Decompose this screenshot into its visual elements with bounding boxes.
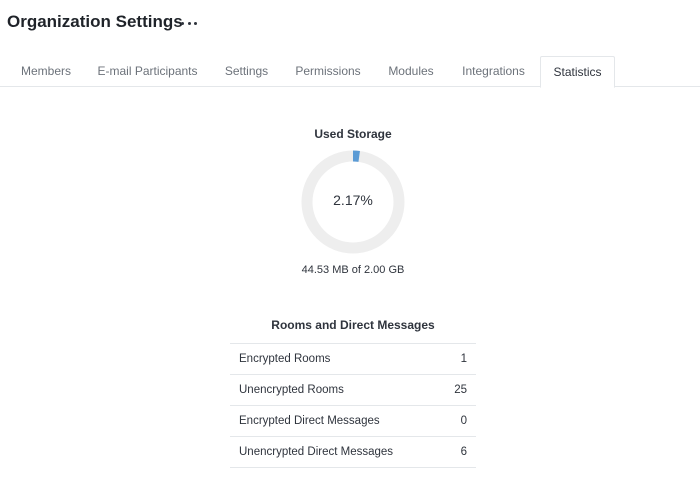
tab-email-participants[interactable]: E-mail Participants <box>91 56 204 87</box>
storage-caption: 44.53 MB of 2.00 GB <box>301 264 405 276</box>
row-label: Encrypted Direct Messages <box>239 415 380 427</box>
page-header: Organization Settings <box>0 0 700 56</box>
used-storage-title: Used Storage <box>314 127 392 141</box>
more-dot <box>194 21 197 25</box>
rooms-dm-table: Encrypted Rooms 1 Unencrypted Rooms 25 E… <box>230 343 476 468</box>
settings-tabs: Members E-mail Participants Settings Per… <box>0 56 700 88</box>
table-row: Unencrypted Rooms 25 <box>230 375 476 406</box>
row-value: 6 <box>460 446 467 458</box>
storage-percent-label: 2.17% <box>333 192 373 208</box>
row-value: 25 <box>454 384 467 396</box>
row-value: 1 <box>460 353 467 365</box>
table-row: Encrypted Rooms 1 <box>230 344 476 375</box>
row-value: 0 <box>460 415 467 427</box>
row-label: Unencrypted Rooms <box>239 384 344 396</box>
tab-modules[interactable]: Modules <box>377 56 445 87</box>
tab-members[interactable]: Members <box>9 56 83 87</box>
tab-settings[interactable]: Settings <box>213 56 280 87</box>
rooms-dm-title: Rooms and Direct Messages <box>271 318 435 332</box>
page-title: Organization Settings <box>7 12 183 31</box>
more-dot <box>187 21 191 25</box>
tab-permissions[interactable]: Permissions <box>288 56 368 87</box>
more-options-icon[interactable] <box>179 16 199 30</box>
more-dot <box>181 21 184 25</box>
tab-integrations[interactable]: Integrations <box>453 56 534 87</box>
row-label: Encrypted Rooms <box>239 353 331 365</box>
table-row: Unencrypted Direct Messages 6 <box>230 437 476 468</box>
table-row: Encrypted Direct Messages 0 <box>230 406 476 437</box>
row-label: Unencrypted Direct Messages <box>239 446 394 458</box>
tab-statistics[interactable]: Statistics <box>540 56 615 88</box>
